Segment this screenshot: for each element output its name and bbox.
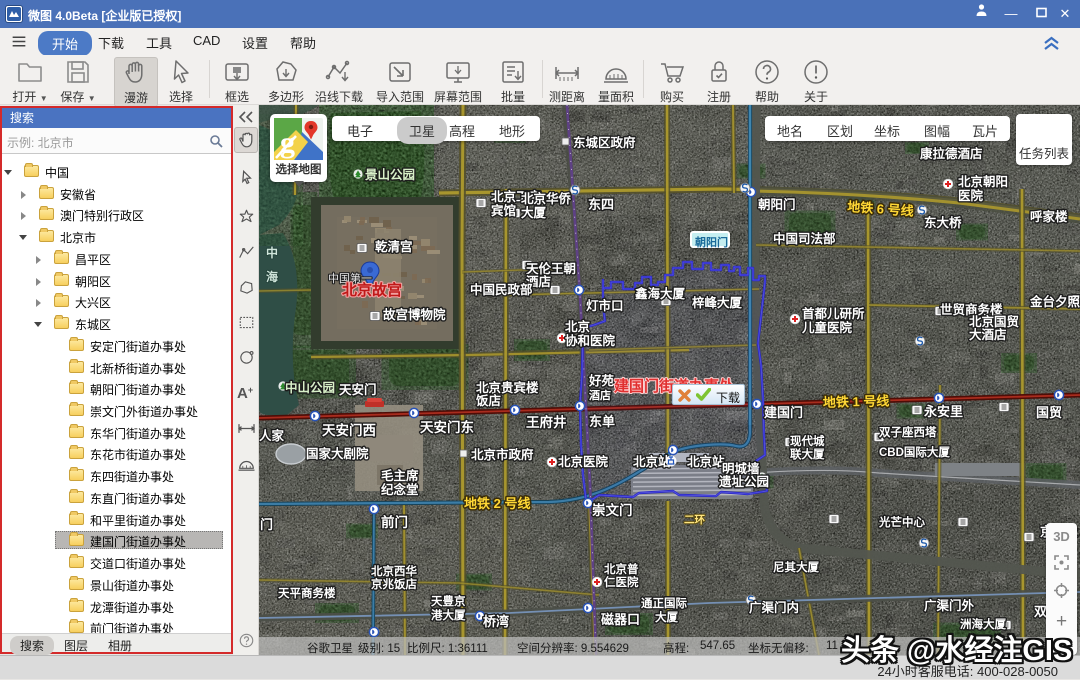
svg-text:北京国贸: 北京国贸: [969, 314, 1020, 329]
svg-text:遗址公园: 遗址公园: [718, 474, 769, 489]
svg-text:北京站: 北京站: [633, 454, 671, 469]
svg-text:呼家楼: 呼家楼: [1030, 209, 1068, 224]
svg-text:北京西华: 北京西华: [371, 564, 417, 578]
svg-text:门: 门: [260, 517, 273, 532]
svg-text:国家大剧院: 国家大剧院: [306, 446, 369, 461]
svg-text:东单: 东单: [589, 414, 615, 429]
svg-text:大厦: 大厦: [521, 205, 547, 220]
svg-text:国贸: 国贸: [1036, 405, 1062, 420]
svg-text:中国民政部: 中国民政部: [470, 282, 533, 297]
svg-text:金台夕照: 金台夕照: [1029, 294, 1080, 309]
svg-text:g: g: [280, 126, 295, 159]
svg-text:饭店: 饭店: [475, 393, 502, 408]
svg-text:北京贵宾楼: 北京贵宾楼: [476, 380, 539, 395]
svg-text:宾馆: 宾馆: [491, 203, 516, 218]
svg-text:儿童医院: 儿童医院: [801, 320, 853, 335]
svg-text:景山公园: 景山公园: [365, 167, 415, 182]
svg-text:天平商务楼: 天平商务楼: [278, 586, 336, 600]
svg-text:天豊京: 天豊京: [431, 594, 466, 608]
svg-text:医院: 医院: [958, 188, 984, 203]
svg-text:王府井: 王府井: [526, 414, 567, 430]
svg-text:广渠门外: 广渠门外: [924, 598, 975, 613]
svg-text:毛主席: 毛主席: [381, 468, 419, 483]
svg-text:通正国际: 通正国际: [641, 596, 687, 610]
svg-text:人家: 人家: [259, 428, 285, 443]
svg-text:乾清宫: 乾清宫: [375, 239, 413, 254]
svg-text:光芒中心: 光芒中心: [878, 515, 925, 529]
svg-text:康拉德酒店: 康拉德酒店: [920, 146, 983, 161]
svg-text:中国司法部: 中国司法部: [773, 231, 836, 246]
svg-text:北京站: 北京站: [687, 454, 725, 469]
svg-text:海: 海: [266, 269, 278, 284]
svg-text:天安门: 天安门: [339, 382, 377, 397]
svg-text:京兆饭店: 京兆饭店: [371, 577, 417, 591]
svg-text:仁医院: 仁医院: [604, 575, 639, 589]
svg-text:天伦王朝: 天伦王朝: [526, 261, 576, 276]
svg-text:北京: 北京: [565, 319, 591, 334]
svg-text:鑫海大厦: 鑫海大厦: [634, 286, 686, 301]
svg-text:北京市政府: 北京市政府: [471, 447, 534, 462]
svg-text:东四: 东四: [588, 197, 614, 212]
svg-text:广渠门内: 广渠门内: [749, 600, 799, 615]
svg-text:磁器口: 磁器口: [601, 612, 640, 627]
svg-text:东大桥: 东大桥: [924, 215, 962, 230]
svg-text:北京普: 北京普: [604, 562, 639, 576]
svg-text:北京故宫: 北京故宫: [342, 281, 402, 299]
svg-text:大酒店: 大酒店: [969, 327, 1007, 342]
svg-text:港大厦: 港大厦: [431, 608, 466, 622]
svg-text:协和医院: 协和医院: [565, 333, 616, 348]
svg-text:中山公园: 中山公园: [285, 380, 335, 395]
svg-text:双子座西塔: 双子座西塔: [878, 425, 937, 439]
svg-text:天安门东: 天安门东: [420, 419, 474, 435]
svg-text:前门: 前门: [381, 514, 408, 530]
svg-text:故宫博物院: 故宫博物院: [383, 307, 446, 322]
svg-text:首都儿研所: 首都儿研所: [802, 306, 865, 321]
svg-text:CBD国际大厦: CBD国际大厦: [879, 445, 950, 459]
svg-text:现代城: 现代城: [790, 434, 825, 448]
svg-text:地铁 1 号线: 地铁 1 号线: [823, 393, 890, 410]
svg-text:崇文门: 崇文门: [592, 502, 633, 518]
svg-text:二环: 二环: [684, 514, 705, 526]
svg-text:天安门西: 天安门西: [322, 422, 376, 438]
svg-text:地铁 2 号线: 地铁 2 号线: [464, 496, 530, 511]
svg-text:尼其大厦: 尼其大厦: [773, 560, 819, 574]
svg-text:联大厦: 联大厦: [790, 447, 825, 461]
svg-text:好苑: 好苑: [588, 373, 615, 388]
svg-text:北京华侨: 北京华侨: [521, 191, 572, 206]
svg-text:北京朝阳: 北京朝阳: [958, 174, 1008, 189]
svg-text:桥湾: 桥湾: [483, 614, 509, 629]
svg-text:建国门: 建国门: [764, 405, 803, 420]
svg-text:东城区政府: 东城区政府: [573, 135, 636, 150]
svg-text:中: 中: [266, 245, 278, 260]
svg-text:永安里: 永安里: [923, 404, 963, 419]
svg-text:大厦: 大厦: [655, 610, 678, 624]
svg-text:灯市口: 灯市口: [586, 298, 624, 313]
svg-text:北京医院: 北京医院: [558, 454, 609, 469]
svg-text:明城墙: 明城墙: [722, 461, 760, 476]
svg-text:梓峰大厦: 梓峰大厦: [692, 295, 743, 310]
svg-text:朝阳门: 朝阳门: [758, 197, 796, 212]
svg-text:酒店: 酒店: [589, 388, 611, 402]
svg-text:纪念堂: 纪念堂: [381, 482, 419, 497]
